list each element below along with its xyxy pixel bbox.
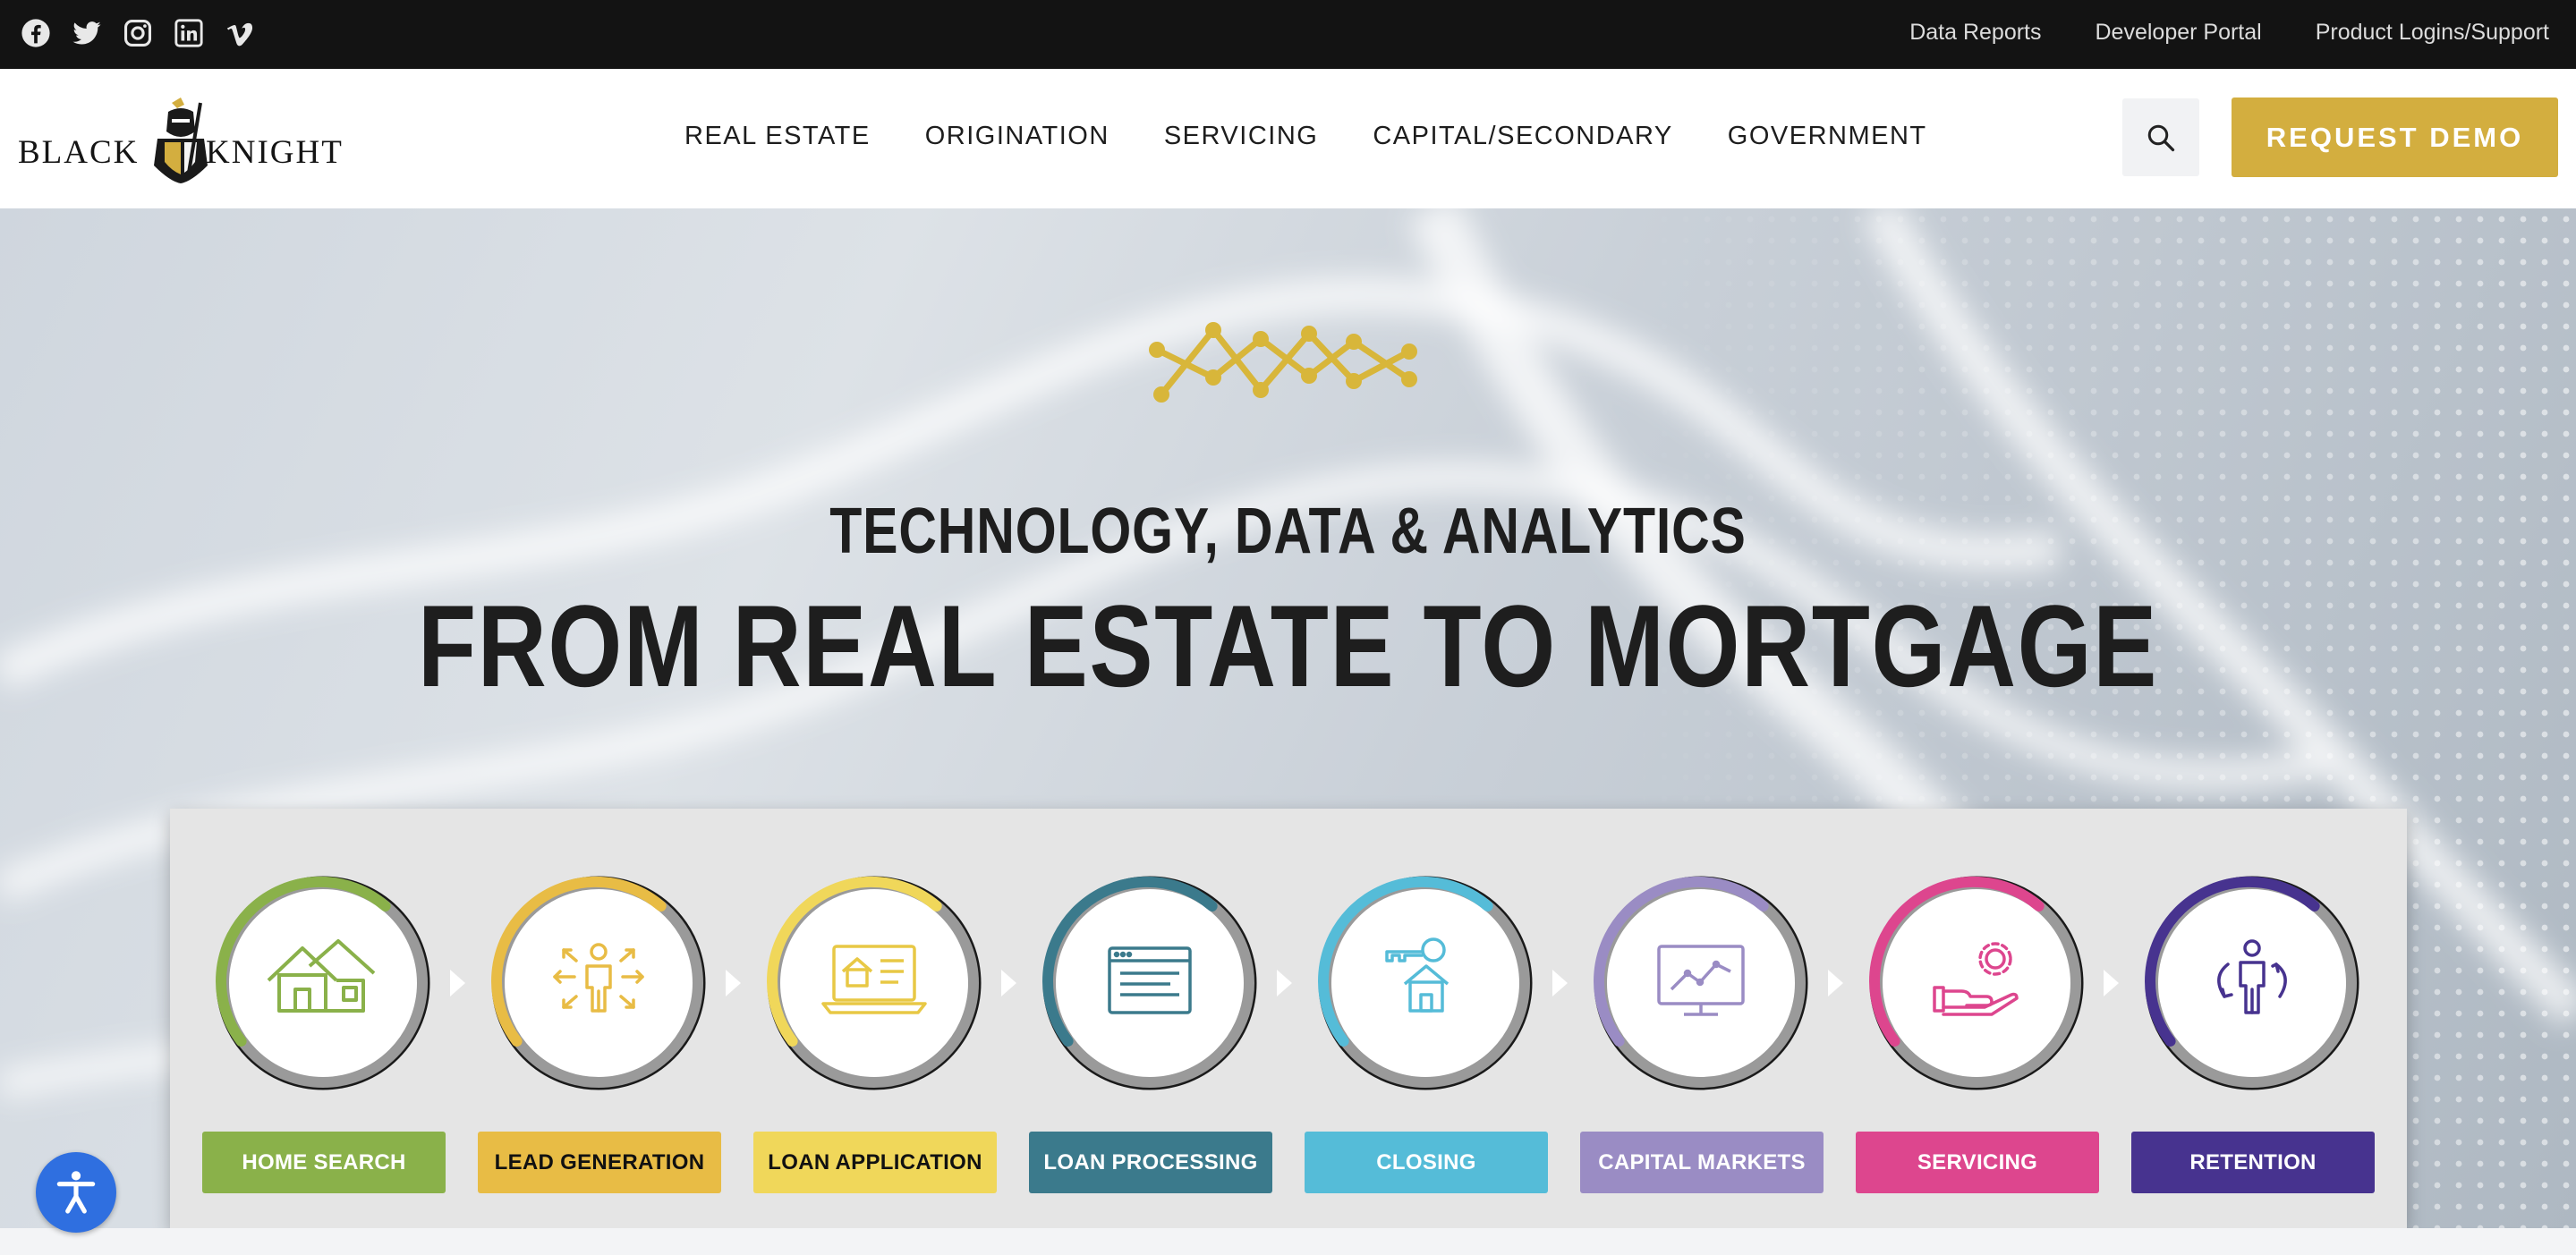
nav-servicing[interactable]: SERVICING: [1164, 122, 1319, 151]
servicing-button[interactable]: SERVICING: [1856, 1132, 2099, 1193]
hero-title: FROM REAL ESTATE TO MORTGAGE: [417, 581, 2158, 711]
closing-button[interactable]: CLOSING: [1305, 1132, 1548, 1193]
step-arrow: [726, 970, 741, 996]
capital-markets-button[interactable]: CAPITAL MARKETS: [1580, 1132, 1824, 1193]
home-search-button[interactable]: HOME SEARCH: [202, 1132, 446, 1193]
process-step-retention: RETENTION: [2131, 809, 2375, 1229]
search-button[interactable]: [2122, 98, 2199, 176]
hero-subtitle: TECHNOLOGY, DATA & ANALYTICS: [829, 496, 1747, 567]
process-step-loan-processing: LOAN PROCESSING: [1029, 809, 1272, 1229]
nav-government[interactable]: GOVERNMENT: [1728, 122, 1927, 151]
process-step-loan-application: LOAN APPLICATION: [753, 809, 997, 1229]
search-icon: [2147, 124, 2175, 151]
closing-ring[interactable]: [1315, 873, 1535, 1093]
social-links: [20, 17, 256, 49]
main-nav: REAL ESTATE ORIGINATION SERVICING CAPITA…: [684, 122, 1927, 151]
loan-processing-ring[interactable]: [1040, 873, 1260, 1093]
step-arrow: [1552, 970, 1568, 996]
process-panel: HOME SEARCH LEAD GENERATION LOAN APPLICA…: [170, 809, 2407, 1229]
data-reports-link[interactable]: Data Reports: [1909, 20, 2041, 46]
lead-generation-ring[interactable]: [489, 873, 709, 1093]
nav-real-estate[interactable]: REAL ESTATE: [684, 122, 871, 151]
home-search-ring[interactable]: [213, 873, 433, 1093]
loan-processing-button[interactable]: LOAN PROCESSING: [1029, 1132, 1272, 1193]
utility-nav: Data Reports Developer Portal Product Lo…: [1909, 20, 2549, 46]
vimeo-icon[interactable]: [224, 17, 256, 49]
process-step-closing: CLOSING: [1305, 809, 1548, 1229]
retention-button[interactable]: RETENTION: [2131, 1132, 2375, 1193]
step-arrow: [1277, 970, 1292, 996]
top-utility-bar: Data Reports Developer Portal Product Lo…: [0, 0, 2576, 69]
site-header: BLACK KNIGHT REAL ESTATE ORIGINATION SER…: [0, 69, 2576, 208]
retention-ring[interactable]: [2142, 873, 2362, 1093]
accessibility-icon: [56, 1171, 96, 1214]
hero-section: TECHNOLOGY, DATA & ANALYTICS FROM REAL E…: [0, 208, 2576, 1255]
brand-logo[interactable]: BLACK KNIGHT: [18, 96, 358, 185]
facebook-icon[interactable]: [20, 17, 52, 49]
step-arrow: [450, 970, 465, 996]
loan-application-ring[interactable]: [764, 873, 984, 1093]
process-step-servicing: SERVICING: [1856, 809, 2099, 1229]
loan-application-button[interactable]: LOAN APPLICATION: [753, 1132, 997, 1193]
product-logins-link[interactable]: Product Logins/Support: [2316, 20, 2549, 46]
servicing-ring[interactable]: [1866, 873, 2087, 1093]
process-step-capital-markets: CAPITAL MARKETS: [1580, 809, 1824, 1229]
accessibility-button[interactable]: [36, 1152, 116, 1233]
process-step-lead-generation: LEAD GENERATION: [478, 809, 721, 1229]
zigzag-emblem-icon: [1149, 322, 1417, 403]
nav-origination[interactable]: ORIGINATION: [925, 122, 1109, 151]
twitter-icon[interactable]: [71, 17, 103, 49]
step-arrow: [2104, 970, 2119, 996]
logo-word-black: BLACK: [18, 134, 140, 171]
developer-portal-link[interactable]: Developer Portal: [2096, 20, 2262, 46]
request-demo-button[interactable]: REQUEST DEMO: [2232, 98, 2558, 177]
nav-capital-secondary[interactable]: CAPITAL/SECONDARY: [1373, 122, 1672, 151]
linkedin-icon[interactable]: [173, 17, 205, 49]
page-bottom-strip: [0, 1228, 2576, 1255]
capital-markets-ring[interactable]: [1591, 873, 1811, 1093]
step-arrow: [1001, 970, 1016, 996]
instagram-icon[interactable]: [122, 17, 154, 49]
lead-generation-button[interactable]: LEAD GENERATION: [478, 1132, 721, 1193]
process-step-home-search: HOME SEARCH: [202, 809, 446, 1229]
logo-word-knight: KNIGHT: [206, 134, 344, 171]
step-arrow: [1828, 970, 1843, 996]
